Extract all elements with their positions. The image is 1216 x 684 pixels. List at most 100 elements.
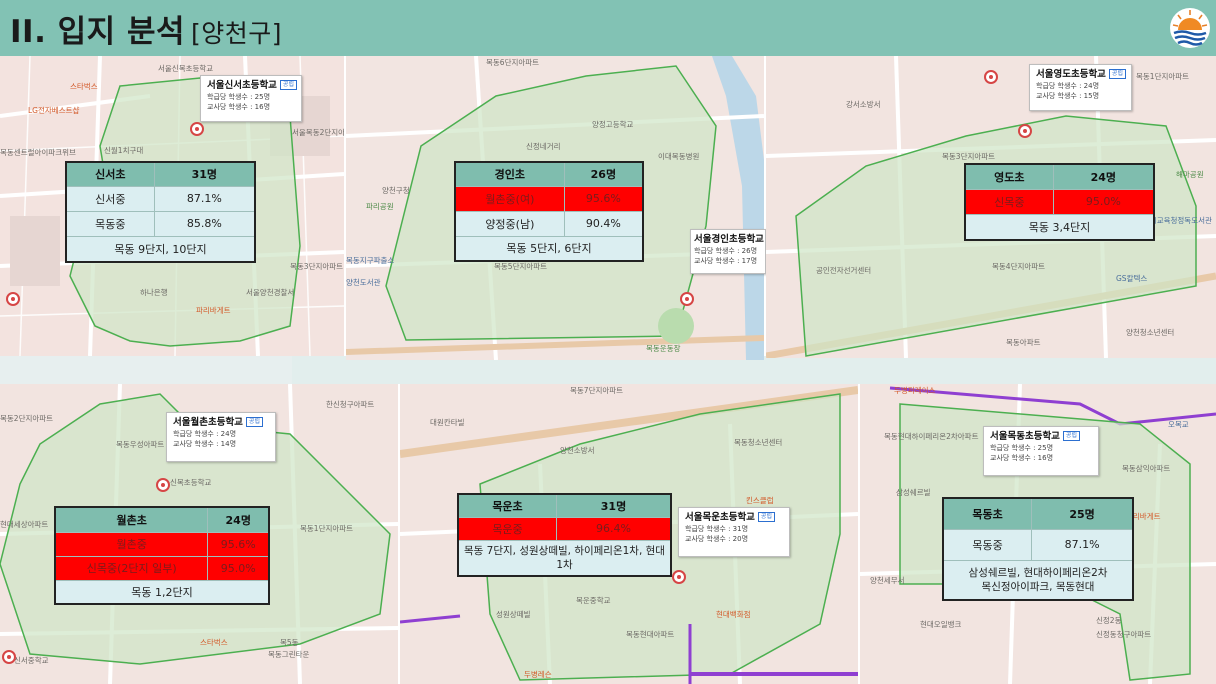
map-label: 킨스클럽 [746,496,774,505]
school-name: 서울월촌초등학교 [173,417,243,428]
map-label: 두병레슨 [524,670,552,679]
table-middle-school: 신서중 [66,186,155,212]
map-label: 목동2단지아파트 [0,414,54,423]
students-per-teacher: 교사당 학생수 : 20명 [685,535,749,543]
table-middle-school: 신목중 [965,189,1054,215]
school-pin-icon[interactable] [190,122,204,136]
map-label: 신서중학교 [14,656,49,665]
table-complex-footer: 목동 3,4단지 [965,214,1154,241]
table-middle-school: 목동중 [943,529,1032,561]
map-label: 목동그린타운 [268,650,310,659]
school-name: 서울경인초등학교 [694,234,764,245]
table-complex-footer: 목동 1,2단지 [55,580,269,605]
students-per-class: 학급당 학생수 : 24명 [1036,82,1100,90]
school-stats-table: 목동초 25명 목동중 87.1% 삼성쉐르빌, 현대하이페리온2차 목신정아이파크… [942,497,1134,601]
map-label: 양천세무서 [870,576,905,585]
map-label: 목동아파트 [1006,338,1041,347]
map-label: 신정네거리 [526,142,561,151]
school-pin-icon[interactable] [156,478,170,492]
table-middle-school: 목동중 [66,211,155,237]
school-pin-icon[interactable] [6,292,20,306]
map-label: 목동현대아파트 [626,630,675,639]
table-rate: 95.6% [563,186,643,212]
map-label: 목동3단지아파트 [290,262,344,271]
school-pin-icon[interactable] [1018,124,1032,138]
map-label: 양천구청 [382,186,410,195]
map-label: 현대오일뱅크 [920,620,962,629]
students-per-class: 학급당 학생수 : 25명 [990,444,1054,452]
table-middle-school: 양정중(남) [455,211,565,237]
table-school-name: 신서초 [66,162,155,187]
map-label: 양천소방서 [560,446,595,455]
school-stats-table: 목운초 31명 목운중 96.4% 목동 7단지, 성원상떼빌, 하이페리온1차, … [457,493,672,577]
table-rate: 95.0% [207,556,269,581]
school-stats-table: 영도초 24명 신목중 95.0% 목동 3,4단지 [964,163,1155,241]
map-label: 목5동 [280,638,299,647]
table-middle-school: 월촌중(여) [455,186,565,212]
map-label: 목동6단지아파트 [486,58,540,67]
map-label: 오목교 [1168,420,1189,429]
table-student-count: 25명 [1031,498,1133,530]
students-per-class: 학급당 학생수 : 26명 [694,247,758,255]
map-label: 양천도서관 [346,278,381,287]
map-label: 목동청소년센터 [734,438,783,447]
table-rate: 85.8% [153,211,255,237]
map-label: 목동1단지아파트 [1136,72,1190,81]
map-label: 신정2동 [1096,616,1122,625]
map-label: 목동운동장 [646,344,681,353]
map-label: 신정동청구아파트 [1096,630,1152,639]
map-label: 성원상떼빌 [496,610,531,619]
map-label: 서울신목초등학교 [158,64,214,73]
map-label: 현대백화점 [716,610,751,619]
school-type-tag: 공립 [1108,69,1126,79]
table-student-count: 24명 [207,507,269,533]
table-rate: 95.6% [207,532,269,557]
students-per-class: 학급당 학생수 : 25명 [207,93,271,101]
map-label: 강서소방서 [846,100,881,109]
school-pin-icon[interactable] [680,292,694,306]
map-label: 목동4단지아파트 [992,262,1046,271]
map-label: 목동3단지아파트 [942,152,996,161]
map-label: 파리바게트 [196,306,231,315]
map-label: 목동지구파출소 [346,256,395,265]
table-complex-footer: 목동 5단지, 6단지 [455,236,643,262]
school-pin-icon[interactable] [672,570,686,584]
map-label: 스타벅스 [70,82,98,91]
school-name: 서울목운초등학교 [685,512,755,523]
table-student-count: 31명 [153,162,255,187]
table-school-name: 월촌초 [55,507,208,533]
map-label: 스타벅스 [200,638,228,647]
panel-separator-left [0,356,292,384]
students-per-teacher: 교사당 학생수 : 17명 [694,257,758,265]
school-info-callout: 서울목운초등학교 공립 학급당 학생수 : 31명 교사당 학생수 : 20명 [678,507,790,557]
table-school-name: 목운초 [458,494,557,518]
map-label: 해마공원 [1176,170,1204,179]
map-label: 서울목동2단지아파트 [292,128,344,137]
map-label: 목동7단지아파트 [570,386,624,395]
table-complex-footer: 삼성쉐르빌, 현대하이페리온2차 목신정아이파크, 목동현대 [943,560,1133,601]
school-info-callout: 서울월촌초등학교 공립 학급당 학생수 : 24명 교사당 학생수 : 14명 [166,412,276,462]
map-label: 양천청소년센터 [1126,328,1175,337]
students-per-teacher: 교사당 학생수 : 15명 [1036,92,1100,100]
school-type-tag: 공립 [757,512,775,522]
map-label: 신목초등학교 [170,478,212,487]
school-pin-icon[interactable] [2,650,16,664]
map-label: 하나은행 [140,288,168,297]
map-label: 두병퍼레이스 [894,386,936,395]
map-label: 서울양천경찰서 [246,288,295,297]
map-label: 양정고등학교 [592,120,634,129]
school-name: 서울신서초등학교 [207,80,277,91]
table-student-count: 26명 [563,162,643,187]
school-pin-icon[interactable] [984,70,998,84]
map-label: 신월1치구대 [104,146,144,155]
map-label: 목동우성아파트 [116,440,165,449]
students-per-class: 학급당 학생수 : 24명 [173,430,237,438]
school-stats-table: 신서초 31명 신서중 87.1% 목동중 85.8% 목동 9단지, 10단지 [65,161,256,263]
school-type-tag: 공립 [279,80,297,90]
map-label: 목동1단지아파트 [300,524,354,533]
school-stats-table: 월촌초 24명 월촌중 95.6% 신목중(2단지 일부) 95.0% 목동 1,2단… [54,506,270,605]
students-per-teacher: 교사당 학생수 : 16명 [207,103,271,111]
table-complex-footer: 목동 9단지, 10단지 [66,236,255,263]
school-type-tag: 공립 [1062,431,1080,441]
students-per-class: 학급당 학생수 : 31명 [685,525,749,533]
